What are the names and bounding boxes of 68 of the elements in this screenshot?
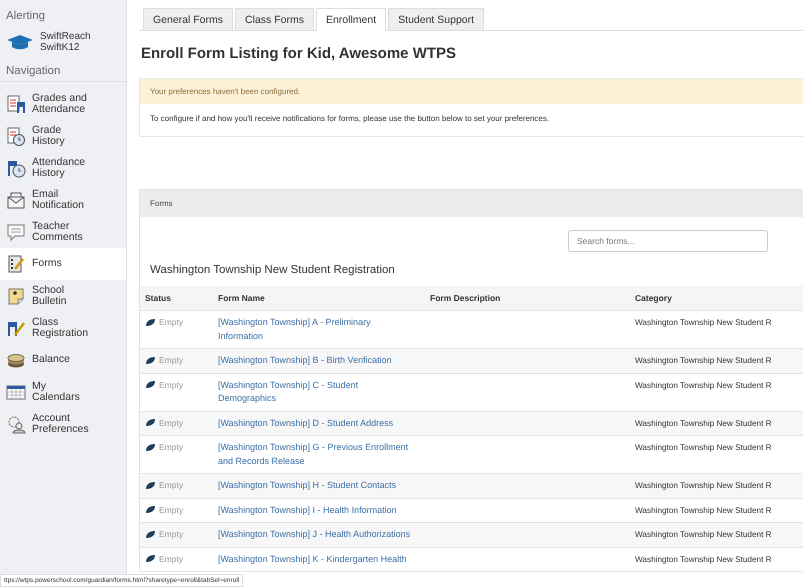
sidebar-item[interactable]: Attendance History <box>0 152 126 184</box>
tab[interactable]: General Forms <box>143 8 234 30</box>
panel-header: Forms <box>140 190 803 217</box>
column-header: Category <box>630 286 803 310</box>
sidebar-item[interactable]: Email Notification <box>0 184 126 216</box>
category-text: Washington Township New Student R <box>635 380 772 390</box>
leaf-icon <box>145 442 156 452</box>
group-title: Washington Township New Student Registration <box>149 263 396 278</box>
envelope-icon <box>6 190 26 210</box>
tab[interactable]: Class Forms <box>235 8 314 30</box>
category-text: Washington Township New Student R <box>635 554 772 564</box>
sidebar-item[interactable]: Forms <box>0 248 126 280</box>
form-link[interactable]: [Washington Township] C - Student Demographics <box>218 378 414 406</box>
status-text: Empty <box>159 479 184 492</box>
status-text: Empty <box>159 552 184 566</box>
section-heading: Navigation <box>0 61 126 82</box>
status-text: Empty <box>159 416 184 430</box>
leaf-icon <box>145 380 156 390</box>
page-title: Enroll Form Listing for Kid, Awesome WTPS <box>141 45 458 62</box>
search-field[interactable]: Search forms... <box>568 230 768 252</box>
tab[interactable]: Student Support <box>388 8 484 30</box>
leaf-icon <box>145 418 156 428</box>
category-text: Washington Township New Student R <box>635 356 772 365</box>
sidebar-item[interactable]: My Calendars <box>0 376 126 408</box>
category-text: Washington Township New Student R <box>635 481 772 490</box>
form-link[interactable]: [Washington Township] K - Kindergarten Health <box>218 552 414 566</box>
column-header: Form Name <box>213 286 425 310</box>
gear-person-icon <box>6 414 26 434</box>
status-text: Empty <box>159 504 184 516</box>
section-heading: Alerting <box>5 9 46 24</box>
leaf-icon <box>145 318 156 327</box>
form-link[interactable]: [Washington Township] A - Preliminary Information <box>218 316 414 343</box>
comment-icon <box>6 222 26 242</box>
status-text: Empty <box>159 378 184 392</box>
history-icon <box>6 126 26 146</box>
notice-message: To configure if and how you'll receive notifications for forms, please use the button below to set your preferences. <box>149 113 550 125</box>
sidebar-item[interactable]: Balance <box>0 344 126 376</box>
status-text: Empty <box>159 528 184 541</box>
column-header: Form Description <box>425 286 630 310</box>
status-text: Empty <box>159 354 184 367</box>
sidebar-item[interactable]: Grades and Attendance <box>0 88 126 120</box>
form-link[interactable]: [Washington Township] I - Health Information <box>218 504 414 517</box>
form-link[interactable]: [Washington Township] G - Previous Enrollment and Records Release <box>218 441 414 468</box>
status-text: Empty <box>159 316 184 329</box>
grades-icon <box>6 94 26 114</box>
sidebar-item[interactable]: Teacher Comments <box>0 216 126 248</box>
category-text: Washington Township New Student R <box>635 506 772 514</box>
tab[interactable]: Enrollment <box>316 8 386 31</box>
sidebar-item[interactable]: Class Registration <box>0 312 126 344</box>
leaf-icon <box>145 505 156 514</box>
leaf-icon <box>145 480 156 490</box>
leaf-icon <box>145 356 156 365</box>
sidebar-item[interactable]: School Bulletin <box>0 280 126 312</box>
category-text: Washington Township New Student R <box>635 418 772 428</box>
leaf-icon <box>145 554 156 564</box>
sidebar-item[interactable]: Account Preferences <box>0 408 126 440</box>
bulletin-icon <box>6 286 26 306</box>
checklist-icon <box>6 254 26 274</box>
sidebar-item[interactable]: SwiftReach SwiftK12 <box>0 30 126 61</box>
category-text: Washington Township New Student R <box>635 318 772 327</box>
leaf-icon <box>145 530 156 539</box>
category-text: Washington Township New Student R <box>635 443 772 452</box>
status-text: Empty <box>159 441 184 454</box>
clock-desk-icon <box>6 158 26 178</box>
sidebar-item[interactable]: Grade History <box>0 120 126 152</box>
category-text: Washington Township New Student R <box>635 530 772 539</box>
column-header: Status <box>140 286 213 310</box>
warning-banner: Your preferences haven't been configured. <box>140 79 803 104</box>
